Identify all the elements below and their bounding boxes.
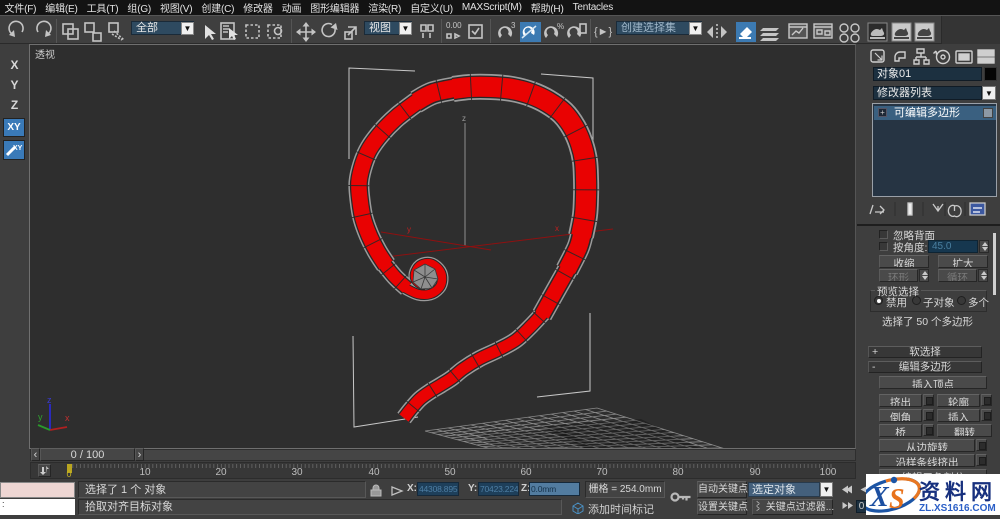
svg-text:60: 60: [520, 467, 532, 478]
svg-text:y: y: [407, 225, 411, 234]
svg-text:0.00: 0.00: [446, 21, 462, 30]
svg-text:x: x: [65, 413, 70, 423]
svg-text:z: z: [462, 114, 466, 123]
svg-text:40: 40: [368, 467, 380, 478]
svg-text:3: 3: [511, 21, 516, 30]
svg-text:70: 70: [596, 467, 608, 478]
svg-text:XY: XY: [13, 145, 23, 152]
svg-text:透视: 透视: [35, 48, 55, 61]
svg-text:S: S: [889, 484, 905, 515]
svg-text:x: x: [555, 224, 559, 233]
svg-text:50: 50: [444, 467, 456, 478]
svg-text:资料网: 资料网: [919, 481, 997, 504]
svg-text:X: X: [869, 482, 890, 513]
svg-text:%: %: [557, 22, 564, 31]
svg-text:80: 80: [672, 467, 684, 478]
svg-text:90: 90: [749, 467, 761, 478]
svg-text:z: z: [47, 395, 52, 405]
svg-text:100: 100: [820, 467, 837, 478]
svg-text:ZL.XS1616.COM: ZL.XS1616.COM: [919, 503, 996, 514]
svg-text:30: 30: [291, 467, 303, 478]
svg-text:y: y: [38, 412, 43, 422]
svg-text:10: 10: [139, 467, 151, 478]
svg-text:0: 0: [66, 469, 71, 478]
svg-text:{►}: {►}: [594, 26, 613, 38]
svg-text:20: 20: [215, 467, 227, 478]
